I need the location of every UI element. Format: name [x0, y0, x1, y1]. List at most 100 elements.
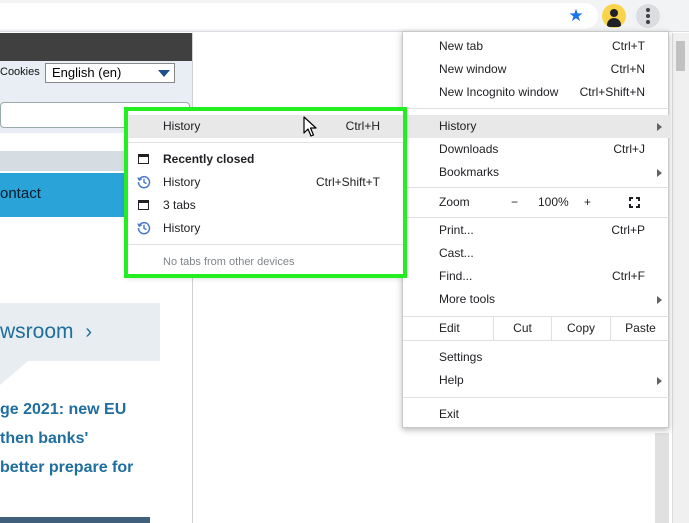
- menu-separator: [403, 340, 670, 341]
- cut-label: Cut: [513, 321, 532, 335]
- submenu-item-shortcut: Ctrl+H: [345, 119, 380, 133]
- tab-icon: [138, 200, 149, 210]
- menu-separator: [127, 142, 404, 143]
- chevron-right-icon: ›: [85, 321, 93, 343]
- copy-button[interactable]: Copy: [551, 317, 610, 340]
- language-select[interactable]: English (en): [45, 63, 175, 83]
- recently-closed-item[interactable]: 3 tabs: [127, 194, 404, 217]
- menu-separator: [403, 187, 670, 188]
- paste-label: Paste: [625, 321, 656, 335]
- history-clock-icon: [137, 221, 151, 235]
- news-image: [0, 517, 150, 523]
- submenu-arrow-icon: [657, 296, 662, 304]
- newsroom-heading[interactable]: wsroom ›: [0, 303, 160, 361]
- tab-icon: [138, 154, 149, 164]
- menu-item-label: New tab: [439, 39, 484, 53]
- no-tabs-message: No tabs from other devices: [127, 251, 404, 274]
- recently-closed-item[interactable]: History: [127, 217, 404, 240]
- recently-closed-item[interactable]: History Ctrl+Shift+T: [127, 171, 404, 194]
- submenu-item-shortcut: Ctrl+Shift+T: [315, 175, 380, 189]
- menu-edit-row: Edit Cut Copy Paste: [403, 317, 670, 340]
- menu-item-more-tools[interactable]: More tools: [403, 288, 670, 311]
- mouse-cursor-icon: [303, 116, 317, 137]
- zoom-out-button[interactable]: −: [511, 191, 518, 214]
- menu-item-shortcut: Ctrl+Shift+N: [579, 85, 645, 99]
- menu-item-label: Find...: [439, 269, 473, 283]
- menu-item-label: History: [439, 119, 477, 133]
- zoom-level: 100%: [538, 195, 569, 209]
- newsroom-notch: [0, 361, 28, 385]
- menu-item-settings[interactable]: Settings: [403, 346, 670, 369]
- paste-button[interactable]: Paste: [610, 317, 670, 340]
- menu-item-label: Settings: [439, 350, 483, 364]
- menu-separator: [403, 217, 670, 218]
- menu-item-shortcut: Ctrl+N: [610, 62, 645, 76]
- submenu-item-label: 3 tabs: [163, 198, 196, 212]
- newsroom-label: wsroom: [0, 320, 74, 343]
- menu-item-shortcut: Ctrl+F: [612, 269, 645, 283]
- submenu-arrow-icon: [657, 377, 662, 385]
- address-bar[interactable]: [0, 3, 598, 29]
- submenu-arrow-icon: [657, 169, 662, 177]
- menu-item-shortcut: Ctrl+T: [612, 39, 645, 53]
- menu-item-label: Downloads: [439, 142, 499, 156]
- profile-icon[interactable]: [602, 4, 626, 28]
- menu-item-label: More tools: [439, 292, 496, 306]
- history-submenu: History Ctrl+H Recently closed History C…: [127, 110, 404, 275]
- recently-closed-header: Recently closed: [127, 148, 404, 171]
- inner-scrollbar[interactable]: [655, 433, 669, 523]
- menu-item-label: Zoom: [439, 195, 470, 209]
- menu-item-print[interactable]: Print... Ctrl+P: [403, 219, 670, 242]
- menu-item-new-tab[interactable]: New tab Ctrl+T: [403, 35, 670, 58]
- submenu-item-label: History: [163, 175, 201, 189]
- menu-separator: [403, 108, 670, 109]
- menu-item-exit[interactable]: Exit: [403, 403, 670, 426]
- submenu-item-label: Recently closed: [163, 152, 255, 166]
- kebab-menu-icon[interactable]: [636, 4, 660, 28]
- menu-item-new-window[interactable]: New window Ctrl+N: [403, 58, 670, 81]
- menu-item-label: Edit: [439, 321, 460, 335]
- menu-item-shortcut: Ctrl+P: [611, 223, 645, 237]
- nav-item-contact-label: ontact: [0, 185, 41, 202]
- menu-item-history[interactable]: History: [403, 115, 670, 138]
- history-clock-icon: [137, 175, 151, 189]
- menu-item-label: Bookmarks: [439, 165, 500, 179]
- submenu-item-label: History: [163, 221, 201, 235]
- cookies-link[interactable]: Cookies: [0, 66, 40, 78]
- menu-separator: [403, 397, 670, 398]
- menu-item-bookmarks[interactable]: Bookmarks: [403, 161, 670, 184]
- submenu-item-label: History: [163, 119, 201, 133]
- page-scrollbar[interactable]: [672, 33, 689, 523]
- headline-line: better prepare for: [0, 459, 134, 476]
- submenu-item-history[interactable]: History Ctrl+H: [127, 115, 404, 138]
- menu-item-cast[interactable]: Cast...: [403, 242, 670, 265]
- chevron-down-icon: [158, 70, 170, 77]
- copy-label: Copy: [566, 321, 595, 335]
- menu-item-label: Cast...: [439, 246, 474, 260]
- browser-toolbar: ★: [0, 0, 689, 32]
- cut-button[interactable]: Cut: [493, 317, 551, 340]
- menu-item-label: Help: [439, 373, 464, 387]
- menu-item-label: New window: [439, 62, 507, 76]
- news-headline[interactable]: ge 2021: new EU then banks' better prepa…: [0, 395, 160, 482]
- language-select-value: English (en): [52, 65, 122, 80]
- menu-item-new-incognito[interactable]: New Incognito window Ctrl+Shift+N: [403, 81, 670, 104]
- menu-item-shortcut: Ctrl+J: [613, 142, 645, 156]
- page-scrollbar-thumb[interactable]: [676, 41, 685, 71]
- submenu-item-label: No tabs from other devices: [163, 256, 295, 268]
- menu-item-label: Exit: [439, 407, 460, 421]
- menu-item-find[interactable]: Find... Ctrl+F: [403, 265, 670, 288]
- headline-line: then banks': [0, 430, 89, 447]
- menu-item-label: Print...: [439, 223, 474, 237]
- menu-separator: [127, 244, 404, 245]
- headline-line: ge 2021: new EU: [0, 401, 127, 418]
- menu-zoom-row: Zoom − 100% +: [403, 191, 670, 214]
- site-header-bar: [0, 33, 192, 61]
- menu-item-help[interactable]: Help: [403, 369, 670, 392]
- chrome-menu: New tab Ctrl+T New window Ctrl+N New Inc…: [402, 31, 670, 428]
- star-icon[interactable]: ★: [566, 6, 586, 26]
- fullscreen-icon[interactable]: [629, 197, 640, 208]
- zoom-in-button[interactable]: +: [584, 191, 591, 214]
- content-divider: [192, 33, 193, 523]
- menu-item-downloads[interactable]: Downloads Ctrl+J: [403, 138, 670, 161]
